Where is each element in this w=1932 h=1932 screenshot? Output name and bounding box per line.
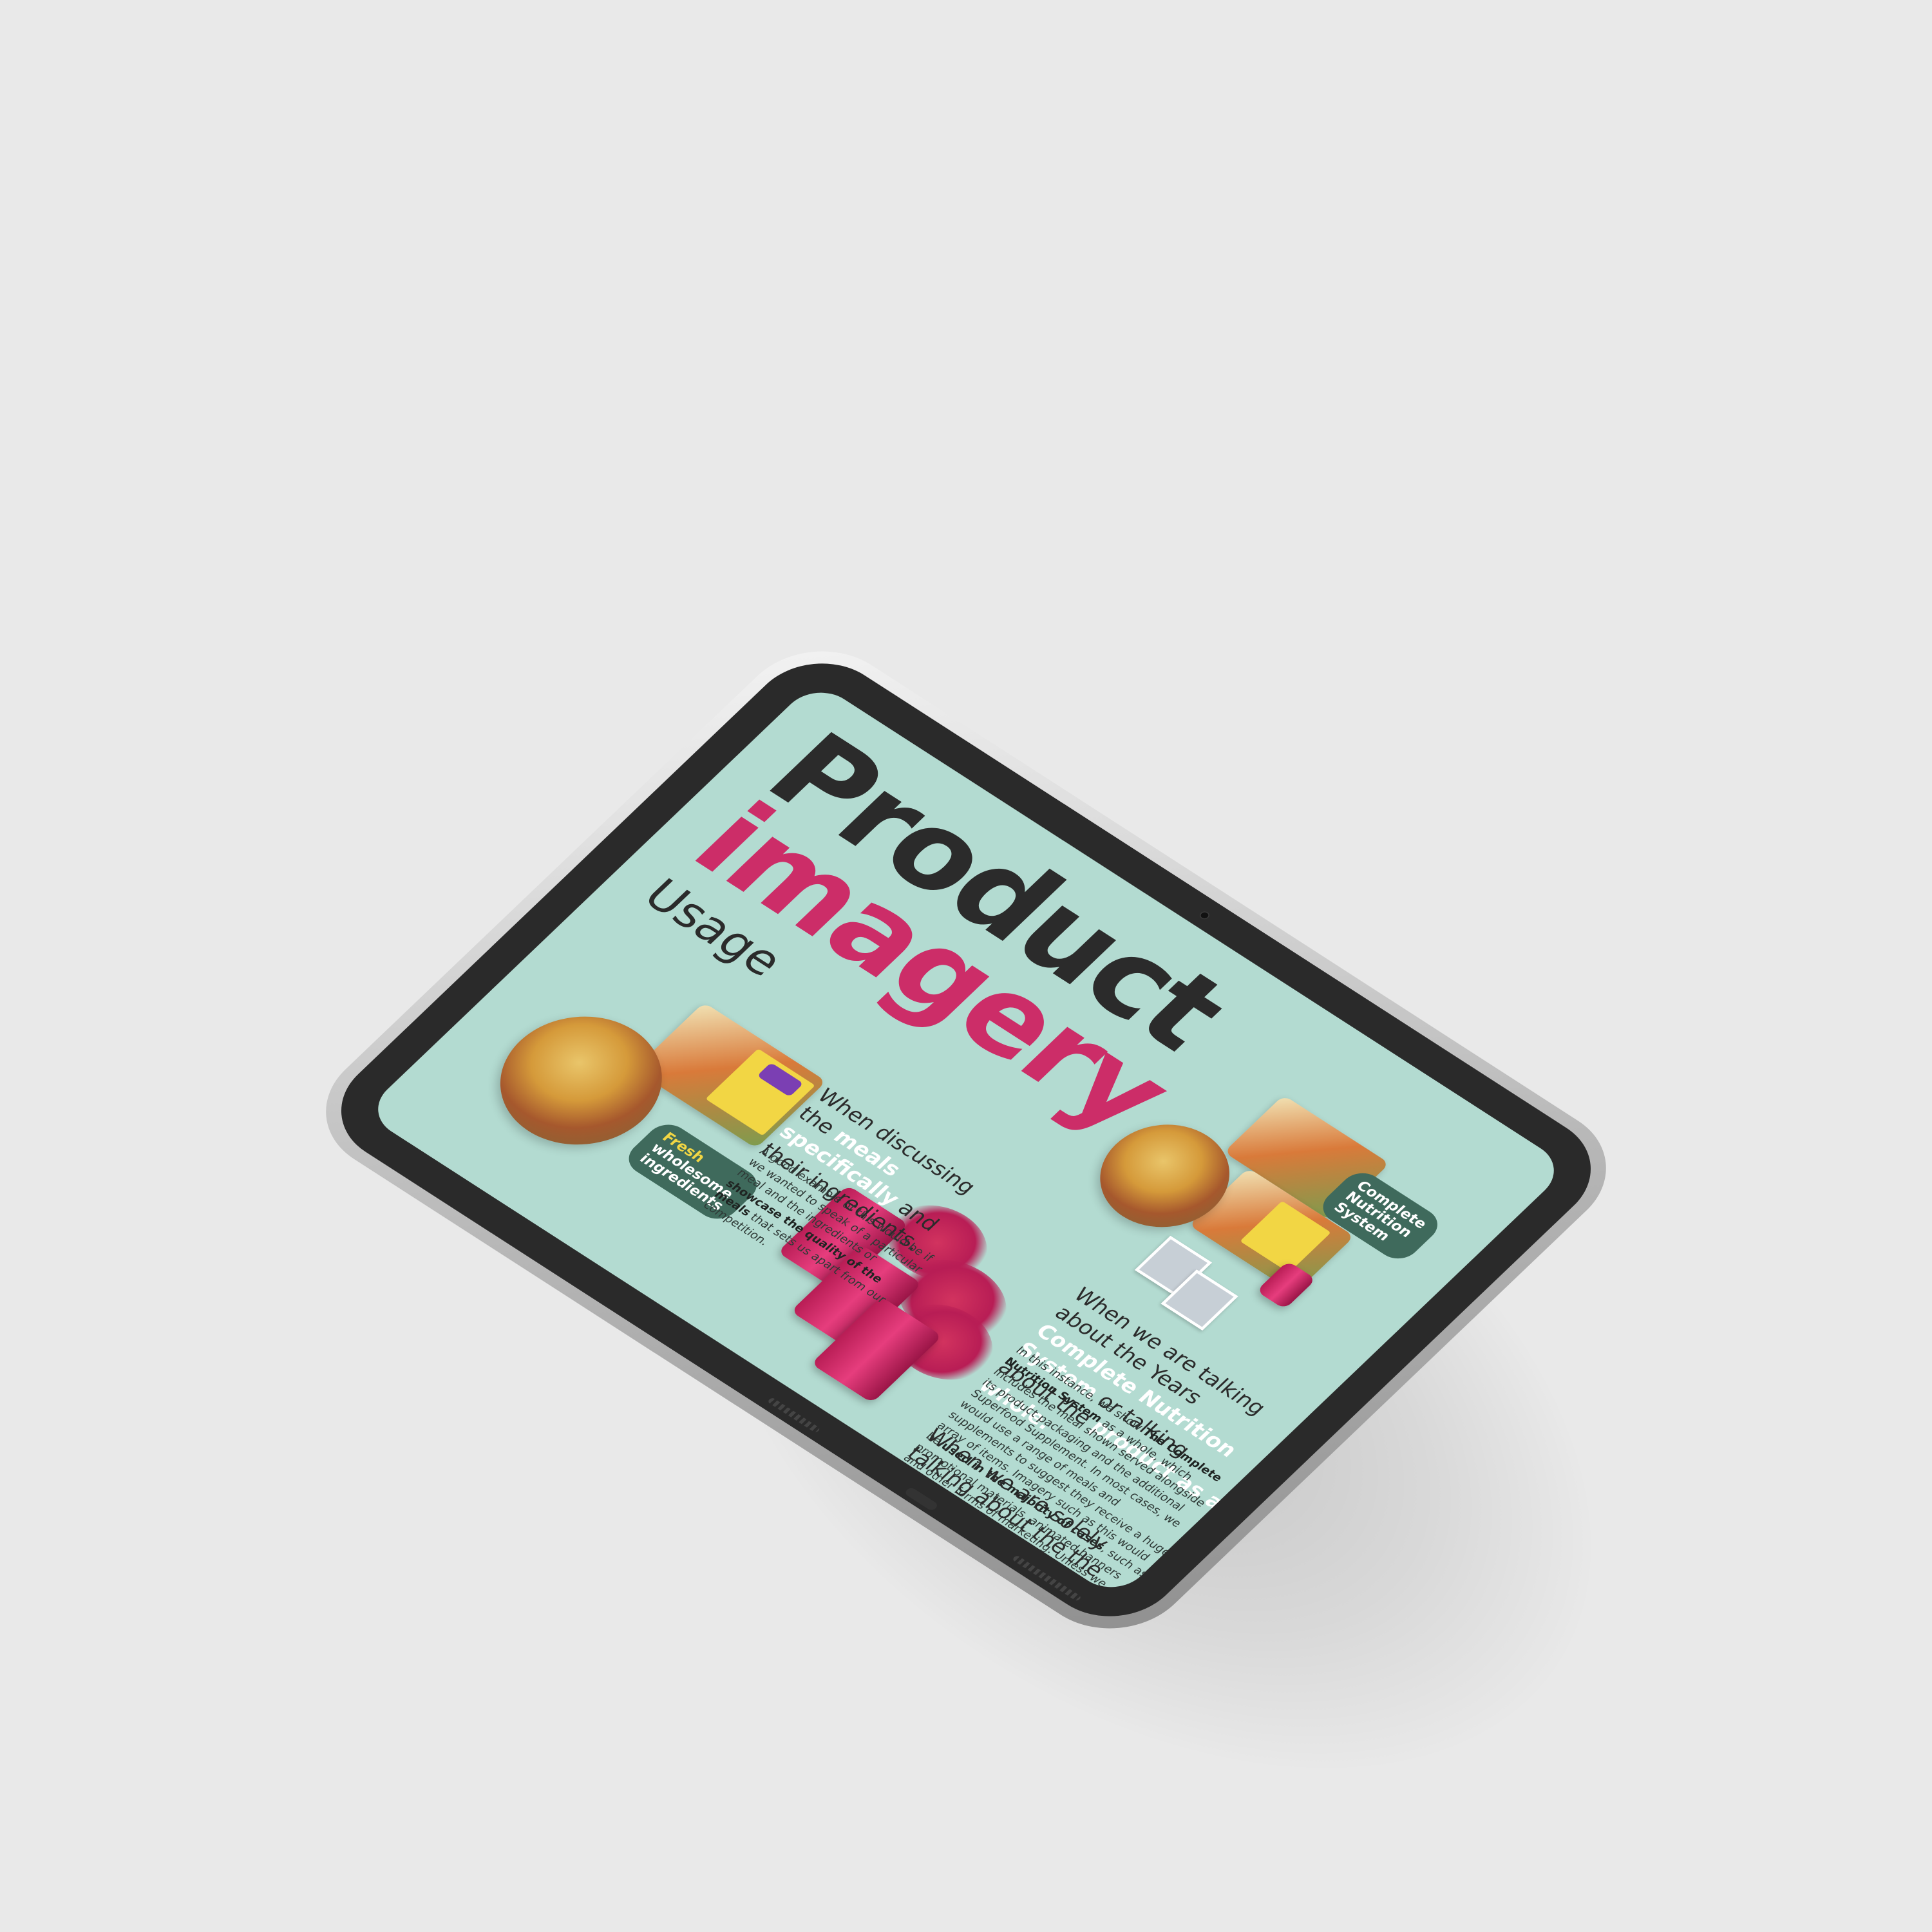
front-camera-icon	[1197, 909, 1212, 921]
scene: Product imagery Usage Fresh wholesome in…	[0, 0, 1932, 1932]
